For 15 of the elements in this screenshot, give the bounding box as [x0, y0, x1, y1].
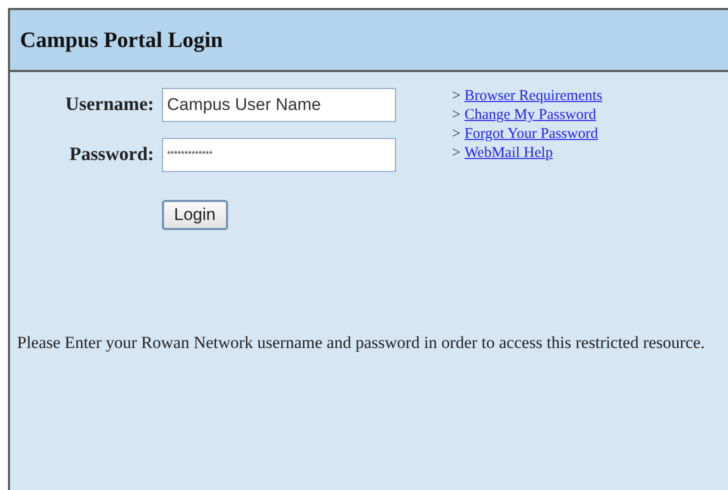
login-button[interactable]: Login: [162, 200, 228, 230]
link-marker: >: [452, 107, 460, 124]
help-link[interactable]: Forgot Your Password: [464, 126, 598, 143]
link-marker: >: [452, 145, 460, 162]
username-field[interactable]: Campus User Name: [162, 88, 396, 122]
field-label: Username:: [64, 94, 154, 116]
link-marker: >: [452, 126, 460, 143]
panel-title: Campus Portal Login: [20, 27, 223, 53]
info-message: Please Enter your Rowan Network username and password in order to access this restricted resource.: [17, 332, 706, 354]
help-link[interactable]: WebMail Help: [464, 145, 553, 162]
help-link[interactable]: Change My Password: [464, 107, 596, 124]
link-marker: >: [452, 88, 460, 105]
field-label: Password:: [68, 144, 154, 166]
password-field[interactable]: *************: [162, 138, 396, 172]
help-link[interactable]: Browser Requirements: [464, 88, 602, 105]
